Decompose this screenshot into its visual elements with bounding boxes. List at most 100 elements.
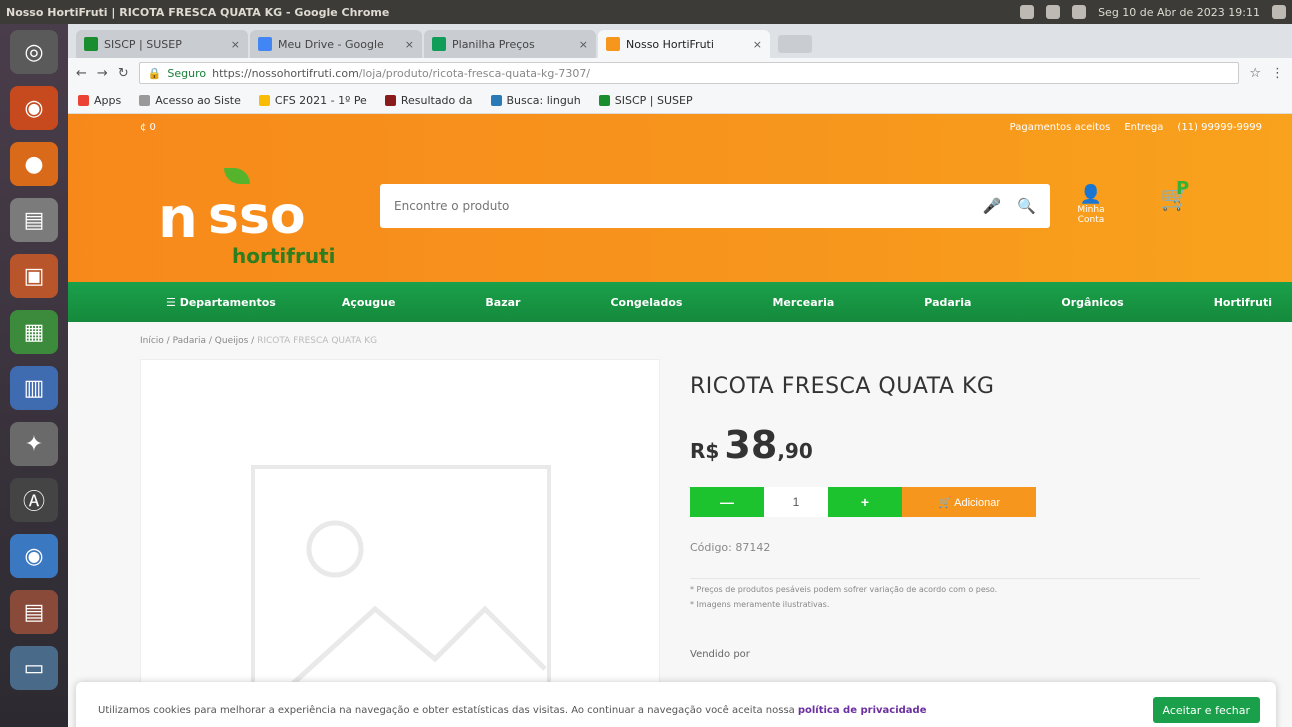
product-code: Código: 87142 — [690, 541, 771, 554]
back-icon[interactable]: ← — [76, 66, 87, 81]
tab-favicon — [84, 37, 98, 51]
quantity-row: — + 🛒 Adicionar — [690, 487, 1210, 517]
nav-bazar[interactable]: Bazar — [485, 296, 520, 309]
files-icon[interactable]: ▤ — [10, 198, 58, 242]
nav-organicos[interactable]: Orgânicos — [1061, 296, 1123, 309]
currency-selector[interactable]: ¢ 0 — [140, 122, 156, 133]
category-nav: ☰ Departamentos Açougue Bazar Congelados… — [68, 282, 1292, 322]
tab-favicon — [258, 37, 272, 51]
product-price: R$ 38,90 — [690, 423, 813, 467]
site-logo[interactable]: n sso hortifruti — [158, 158, 348, 268]
page-icon — [139, 95, 151, 106]
product-info: RICOTA FRESCA QUATA KG R$ 38,90 — + 🛒 Ad… — [690, 374, 1210, 660]
lock-icon: 🔒 — [147, 66, 162, 80]
tab-drive[interactable]: Meu Drive - Google × — [250, 30, 422, 58]
url-path: /loja/produto/ricota-fresca-quata-kg-730… — [358, 66, 591, 80]
dash-icon[interactable]: ◎ — [10, 30, 58, 74]
breadcrumb-path[interactable]: Início / Padaria / Queijos / — [140, 336, 257, 346]
tab-label: Meu Drive - Google — [278, 37, 384, 51]
apps-icon — [78, 95, 89, 106]
quantity-input[interactable] — [764, 487, 828, 517]
breadcrumb-current: RICOTA FRESCA QUATA KG — [257, 336, 378, 346]
privacy-policy-link[interactable]: política de privacidade — [798, 705, 927, 716]
image-note: * Imagens meramente ilustrativas. — [690, 600, 830, 609]
page-icon — [598, 95, 610, 106]
remote-desktop-icon[interactable]: ▭ — [10, 646, 58, 690]
chrome-icon[interactable]: ◉ — [10, 86, 58, 130]
impress-icon[interactable]: ▣ — [10, 254, 58, 298]
nav-hortifruti[interactable]: Hortifruti — [1214, 296, 1272, 309]
bookmark-busca[interactable]: Busca: linguh — [490, 94, 581, 107]
cookie-text: Utilizamos cookies para melhorar a exper… — [98, 704, 795, 716]
navigation-bar: ← → ↻ 🔒 Seguro https://nossohortifruti.c… — [68, 58, 1292, 88]
account-button[interactable]: 👤 Minha Conta — [1064, 184, 1118, 225]
secure-label: Seguro — [167, 66, 207, 80]
bookmark-siscp[interactable]: SISCP | SUSEP — [598, 94, 693, 107]
nav-padaria[interactable]: Padaria — [924, 296, 971, 309]
settings-icon[interactable]: ✦ — [10, 422, 58, 466]
search-icon — [490, 95, 502, 106]
network-icon[interactable] — [1020, 5, 1035, 19]
product-name: RICOTA FRESCA QUATA KG — [690, 374, 995, 399]
sold-by: Vendido por — [690, 649, 750, 660]
tab-siscp[interactable]: SISCP | SUSEP × — [76, 30, 248, 58]
tab-favicon — [432, 37, 446, 51]
menu-icon[interactable]: ⋮ — [1271, 66, 1284, 81]
utility-links: Pagamentos aceitos Entrega (11) 99999-99… — [1010, 122, 1262, 133]
increase-button[interactable]: + — [828, 487, 902, 517]
phone-link[interactable]: (11) 99999-9999 — [1177, 122, 1262, 133]
calc-icon[interactable]: ▦ — [10, 310, 58, 354]
tab-nosso-hortifruti[interactable]: Nosso HortiFruti × — [598, 30, 770, 58]
payment-link[interactable]: Pagamentos aceitos — [1010, 122, 1111, 133]
tab-planilha[interactable]: Planilha Preços × — [424, 30, 596, 58]
bookmark-star-icon[interactable]: ☆ — [1249, 66, 1261, 81]
product-image — [140, 359, 660, 727]
cart-button[interactable]: 🛒 P — [1160, 178, 1190, 212]
accept-cookies-button[interactable]: Aceitar e fechar — [1152, 697, 1260, 723]
close-icon[interactable]: × — [579, 38, 588, 51]
search-bar: 🎤 🔍 — [380, 184, 1050, 228]
address-bar[interactable]: 🔒 Seguro https://nossohortifruti.com/loj… — [138, 62, 1240, 84]
new-tab-button[interactable] — [778, 35, 812, 53]
chromium-icon[interactable]: ◉ — [10, 534, 58, 578]
browser-window: SISCP | SUSEP × Meu Drive - Google × Pla… — [68, 24, 1292, 727]
microphone-icon[interactable]: 🎤 — [983, 197, 1002, 215]
decrease-button[interactable]: — — [690, 487, 764, 517]
volume-icon[interactable] — [1072, 5, 1087, 19]
departments-menu[interactable]: ☰ Departamentos — [166, 296, 276, 309]
nav-mercearia[interactable]: Mercearia — [772, 296, 834, 309]
nav-acougue[interactable]: Açougue — [342, 296, 396, 309]
writer-icon[interactable]: ▥ — [10, 366, 58, 410]
software-icon[interactable]: Ⓐ — [10, 478, 58, 522]
close-icon[interactable]: × — [231, 38, 240, 51]
tab-label: SISCP | SUSEP — [104, 37, 182, 51]
bookmark-acesso[interactable]: Acesso ao Siste — [139, 94, 241, 107]
close-icon[interactable]: × — [753, 38, 762, 51]
user-icon: 👤 — [1079, 184, 1103, 205]
power-icon[interactable] — [1272, 5, 1286, 19]
tab-label: Planilha Preços — [452, 37, 535, 51]
archive-icon[interactable]: ▤ — [10, 590, 58, 634]
bookmark-apps[interactable]: Apps — [78, 94, 121, 107]
close-icon[interactable]: × — [405, 38, 414, 51]
cart-badge: P — [1176, 178, 1190, 199]
tab-label: Nosso HortiFruti — [626, 37, 714, 51]
site-header: ¢ 0 Pagamentos aceitos Entrega (11) 9999… — [68, 114, 1292, 282]
clock[interactable]: Seg 10 de Abr de 2023 19:11 — [1098, 6, 1260, 19]
forward-icon[interactable]: → — [97, 66, 108, 81]
delivery-link[interactable]: Entrega — [1124, 122, 1163, 133]
account-label: Minha Conta — [1077, 205, 1105, 225]
add-to-cart-button[interactable]: 🛒 Adicionar — [902, 487, 1036, 517]
window-title: Nosso HortiFruti | RICOTA FRESCA QUATA K… — [6, 5, 390, 19]
search-input[interactable] — [394, 199, 983, 213]
firefox-icon[interactable]: ● — [10, 142, 58, 186]
keyboard-icon[interactable] — [1046, 5, 1061, 19]
breadcrumb: Início / Padaria / Queijos / RICOTA FRES… — [140, 336, 377, 346]
weight-note: * Preços de produtos pesáveis podem sofr… — [690, 585, 998, 594]
reload-icon[interactable]: ↻ — [118, 66, 129, 81]
bookmark-cfs[interactable]: CFS 2021 - 1º Pe — [258, 94, 367, 107]
nav-congelados[interactable]: Congelados — [610, 296, 682, 309]
bookmark-resultado[interactable]: Resultado da — [384, 94, 473, 107]
search-icon[interactable]: 🔍 — [1017, 197, 1036, 215]
tab-strip: SISCP | SUSEP × Meu Drive - Google × Pla… — [68, 24, 1292, 58]
